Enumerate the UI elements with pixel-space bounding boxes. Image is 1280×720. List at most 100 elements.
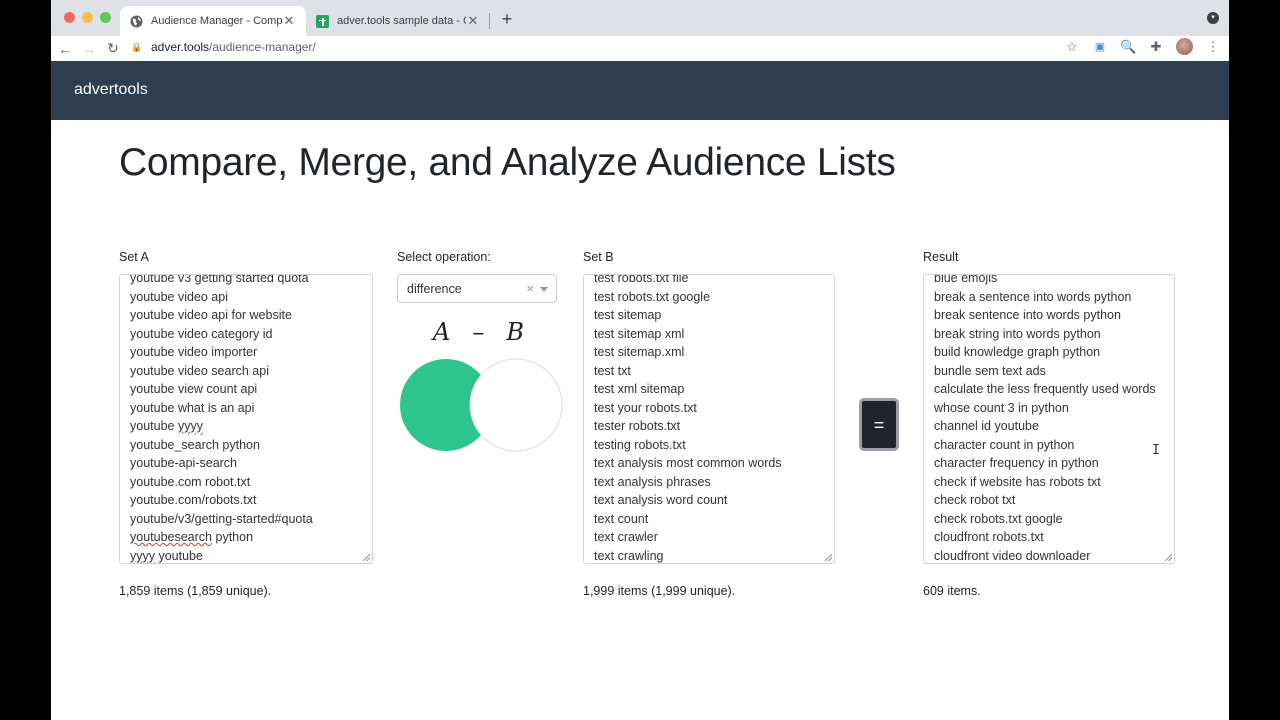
set-b-label: Set B bbox=[583, 250, 614, 264]
url-host: adver.tools bbox=[151, 40, 210, 54]
list-item: text crawler bbox=[594, 530, 658, 544]
puzzle-icon[interactable]: ✚ bbox=[1148, 39, 1164, 55]
list-item: character frequency in python bbox=[934, 456, 1099, 470]
list-item: check if website has robots txt bbox=[934, 474, 1101, 489]
list-item: check robots.txt google bbox=[934, 511, 1063, 526]
list-item: youtube v3 getting started quota bbox=[130, 274, 309, 285]
list-item: youtube what is an api bbox=[130, 400, 255, 415]
reload-icon[interactable]: ↻ bbox=[101, 40, 125, 57]
list-item: test your robots.txt bbox=[594, 400, 697, 415]
chevron-down-icon[interactable] bbox=[540, 287, 548, 292]
site-navbar: advertools bbox=[51, 61, 1229, 120]
list-item: youtube video api for website bbox=[130, 308, 292, 322]
list-item: calculate the less frequently used words bbox=[934, 382, 1156, 396]
result-count: 609 items. bbox=[923, 584, 981, 598]
list-item: youtube video category id bbox=[130, 326, 273, 341]
list-item: cloudfront video downloader bbox=[934, 548, 1091, 563]
result-label: Result bbox=[923, 250, 959, 264]
resize-handle[interactable] bbox=[1165, 554, 1172, 561]
close-tab-icon[interactable]: ✕ bbox=[466, 13, 480, 29]
forward-icon[interactable]: → bbox=[77, 41, 101, 57]
minimize-window-button[interactable] bbox=[82, 12, 93, 23]
list-item: yyyy youtube bbox=[130, 548, 203, 563]
set-a-label: Set A bbox=[119, 250, 149, 264]
list-item: text analysis most common words bbox=[594, 456, 782, 470]
url-path: /audience-manager/ bbox=[209, 40, 316, 54]
list-item: text analysis phrases bbox=[594, 474, 711, 489]
operation-selected-value: difference bbox=[407, 281, 462, 296]
set-a-textarea[interactable]: youtube v3 getting started quota youtube … bbox=[119, 274, 373, 564]
result-textarea[interactable]: blue emojis break a sentence into words p… bbox=[923, 274, 1175, 564]
new-tab-button[interactable]: + bbox=[497, 9, 517, 29]
resize-handle[interactable] bbox=[363, 554, 370, 561]
list-item: blue emojis bbox=[934, 274, 998, 285]
resize-handle[interactable] bbox=[825, 554, 832, 561]
lock-icon: 🔒 bbox=[131, 41, 143, 52]
close-tab-icon[interactable]: ✕ bbox=[282, 13, 296, 29]
list-item: youtube video importer bbox=[130, 345, 258, 359]
browser-window: Audience Manager - Compare, Merge, and A… bbox=[51, 0, 1229, 720]
list-item: text analysis word count bbox=[594, 493, 728, 507]
compute-button[interactable]: = bbox=[859, 398, 899, 451]
list-item: break sentence into words python bbox=[934, 308, 1121, 322]
list-item: text count bbox=[594, 511, 649, 526]
extension-1-icon[interactable]: ▣ bbox=[1092, 39, 1108, 55]
tab-title: Audience Manager - Compare, Merge, and A… bbox=[151, 15, 282, 27]
list-item: build knowledge graph python bbox=[934, 345, 1101, 359]
set-a-count: 1,859 items (1,859 unique). bbox=[119, 584, 272, 598]
list-item: break a sentence into words python bbox=[934, 289, 1132, 304]
list-item: youtube.com robot.txt bbox=[130, 474, 251, 489]
avatar[interactable] bbox=[1176, 38, 1193, 55]
list-item: character count in python bbox=[934, 437, 1075, 452]
list-item: test robots.txt file bbox=[594, 274, 689, 285]
clear-icon[interactable]: × bbox=[526, 281, 534, 296]
formula-set-a: A bbox=[433, 318, 451, 346]
list-item: break string into words python bbox=[934, 326, 1101, 341]
menu-icon[interactable]: ⋮ bbox=[1205, 39, 1221, 55]
tab-search-icon[interactable]: ▾ bbox=[1207, 12, 1219, 24]
list-item: whose count 3 in python bbox=[934, 400, 1069, 415]
close-window-button[interactable] bbox=[64, 12, 75, 23]
star-icon[interactable]: ☆ bbox=[1064, 39, 1080, 55]
set-b-textarea[interactable]: test robots.txt file test robots.txt goog… bbox=[583, 274, 835, 564]
sheets-icon bbox=[316, 14, 329, 28]
list-item: channel id youtube bbox=[934, 419, 1039, 433]
search-extension-icon[interactable]: 🔍 bbox=[1120, 39, 1136, 55]
list-item: youtube.com/robots.txt bbox=[130, 493, 257, 507]
list-item: text crawling bbox=[594, 548, 664, 563]
brand-link[interactable]: advertools bbox=[74, 81, 148, 99]
list-item: test sitemap bbox=[594, 308, 662, 322]
tab-sample-data[interactable]: adver.tools sample data - Google Sheets … bbox=[306, 6, 490, 36]
venn-circle-b bbox=[469, 358, 563, 452]
back-icon[interactable]: ← bbox=[53, 41, 77, 57]
formula-operator: – bbox=[472, 318, 485, 346]
address-bar[interactable]: 🔒 adver.tools/audience-manager/ bbox=[131, 36, 1101, 58]
venn-diagram bbox=[400, 358, 563, 452]
text-cursor-icon: I bbox=[1152, 443, 1160, 458]
page-title: Compare, Merge, and Analyze Audience Lis… bbox=[119, 141, 896, 184]
list-item: cloudfront robots.txt bbox=[934, 530, 1044, 544]
tab-divider bbox=[489, 13, 490, 29]
tab-audience-manager[interactable]: Audience Manager - Compare, Merge, and A… bbox=[120, 6, 306, 36]
list-item: check robot txt bbox=[934, 493, 1016, 507]
list-item: test sitemap.xml bbox=[594, 345, 685, 359]
maximize-window-button[interactable] bbox=[100, 12, 111, 23]
list-item: youtubesearch python bbox=[130, 530, 254, 544]
list-item: youtube-api-search bbox=[130, 456, 238, 470]
list-item: test sitemap xml bbox=[594, 326, 685, 341]
list-item: youtube_search python bbox=[130, 437, 260, 452]
list-item: test txt bbox=[594, 363, 631, 378]
list-item: test xml sitemap bbox=[594, 382, 685, 396]
operation-label: Select operation: bbox=[397, 250, 491, 264]
list-item: bundle sem text ads bbox=[934, 363, 1046, 378]
list-item: youtube yyyy bbox=[130, 419, 203, 433]
globe-icon bbox=[130, 15, 143, 28]
list-item: youtube video api bbox=[130, 289, 228, 304]
list-item: testing robots.txt bbox=[594, 437, 686, 452]
list-item: youtube view count api bbox=[130, 382, 258, 396]
set-b-count: 1,999 items (1,999 unique). bbox=[583, 584, 736, 598]
operation-select[interactable]: difference × bbox=[397, 274, 557, 303]
list-item: youtube video search api bbox=[130, 363, 269, 378]
list-item: youtube/v3/getting-started#quota bbox=[130, 511, 313, 526]
operation-formula: A – B bbox=[433, 318, 524, 346]
